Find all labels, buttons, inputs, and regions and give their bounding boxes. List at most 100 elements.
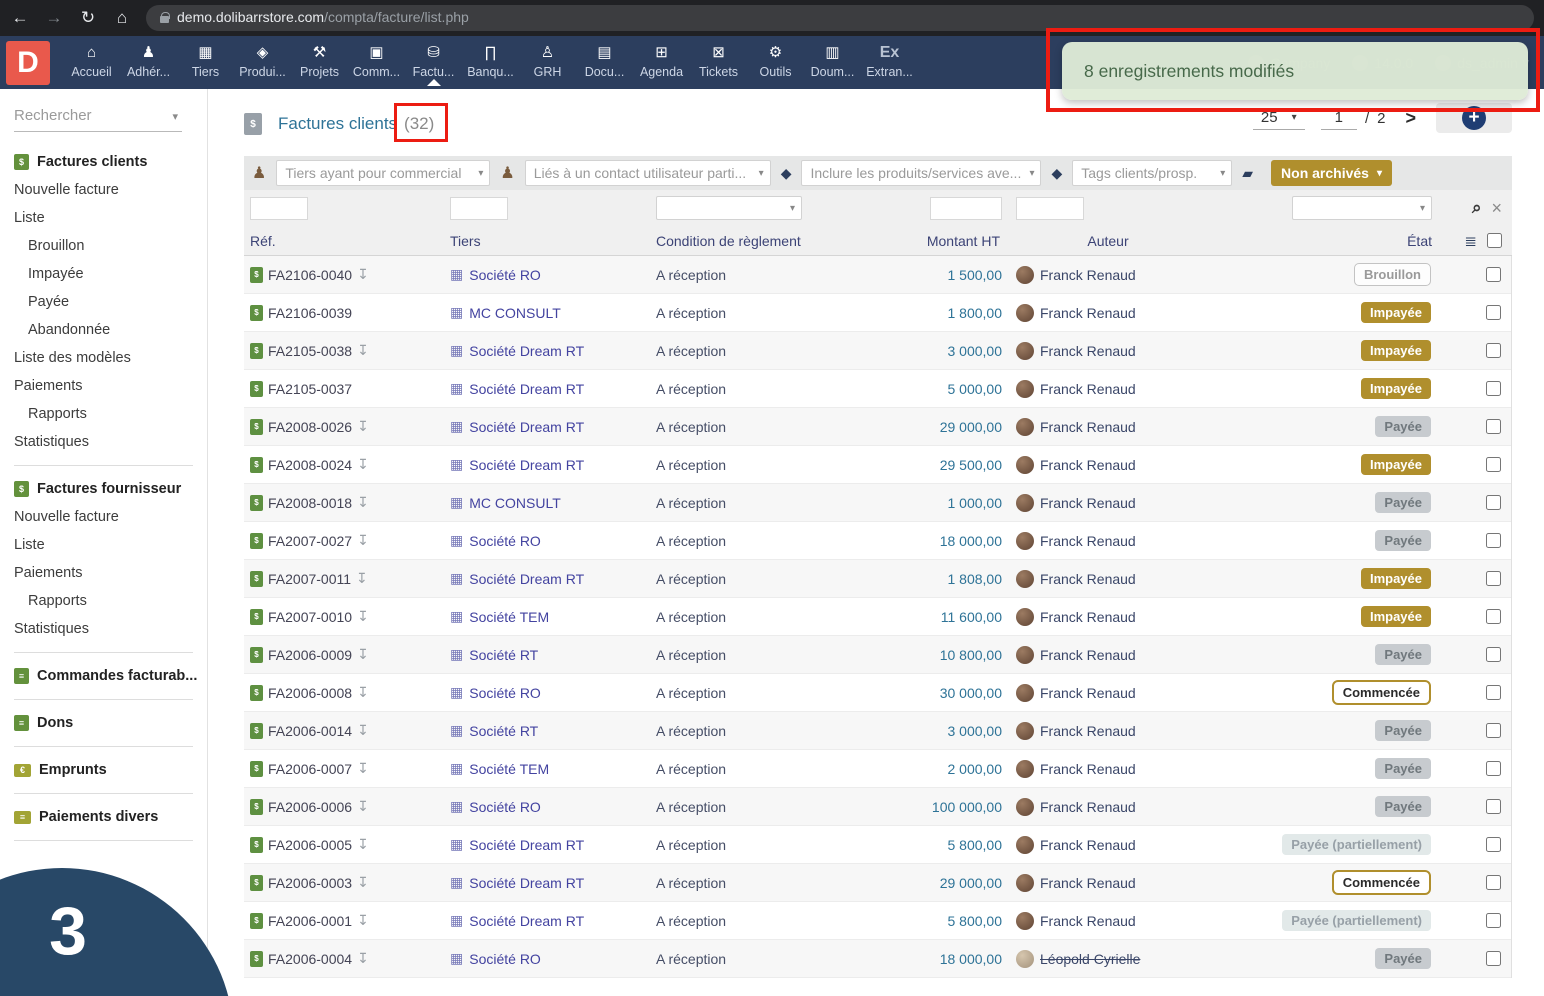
author-link[interactable]: Franck Renaud [1040, 609, 1136, 625]
author-link[interactable]: Franck Renaud [1040, 305, 1136, 321]
sidebar-section-emprunts[interactable]: € Emprunts [14, 756, 207, 784]
invoice-ref-link[interactable]: FA2006-0004 [268, 951, 352, 967]
column-selector-icon[interactable]: ≣ [1464, 232, 1477, 250]
download-icon[interactable]: ↧ [357, 494, 369, 511]
column-header-ref[interactable]: Réf. [250, 233, 450, 249]
amount-ht[interactable]: 1 000,00 [948, 495, 1003, 511]
nav-item-documents[interactable]: ▤ Docu... [577, 40, 632, 86]
thirdparty-link[interactable]: MC CONSULT [469, 305, 561, 321]
invoice-ref-link[interactable]: FA2006-0009 [268, 647, 352, 663]
row-checkbox[interactable] [1486, 799, 1501, 814]
author-link[interactable]: Franck Renaud [1040, 913, 1136, 929]
sidebar-item[interactable]: Nouvelle facture [14, 176, 207, 204]
page-title[interactable]: Factures clients [278, 114, 397, 134]
amount-ht[interactable]: 18 000,00 [940, 951, 1002, 967]
sidebar-item[interactable]: Abandonnée [14, 316, 207, 344]
products-filter[interactable]: Inclure les produits/services ave... [801, 160, 1042, 186]
thirdparty-link[interactable]: Société Dream RT [469, 343, 584, 359]
row-checkbox[interactable] [1486, 457, 1501, 472]
row-checkbox[interactable] [1486, 837, 1501, 852]
invoice-ref-link[interactable]: FA2008-0026 [268, 419, 352, 435]
sales-rep-filter[interactable]: Tiers ayant pour commercial [276, 160, 491, 186]
sidebar-section-factures-fournisseur[interactable]: $ Factures fournisseur [14, 475, 207, 503]
row-checkbox[interactable] [1486, 343, 1501, 358]
download-icon[interactable]: ↧ [357, 456, 369, 473]
nav-item-grh[interactable]: ♙ GRH [520, 40, 575, 86]
download-icon[interactable]: ↧ [357, 608, 369, 625]
row-checkbox[interactable] [1486, 533, 1501, 548]
tags-filter[interactable]: Tags clients/prosp. [1072, 160, 1233, 186]
author-link[interactable]: Franck Renaud [1040, 761, 1136, 777]
thirdparty-link[interactable]: Société RO [469, 533, 541, 549]
invoice-ref-link[interactable]: FA2105-0037 [268, 381, 352, 397]
contact-filter[interactable]: Liés à un contact utilisateur parti... [524, 160, 771, 186]
ref-search-input[interactable] [250, 196, 308, 220]
thirdparty-link[interactable]: Société Dream RT [469, 837, 584, 853]
download-icon[interactable]: ↧ [357, 722, 369, 739]
invoice-ref-link[interactable]: FA2006-0003 [268, 875, 352, 891]
amount-ht[interactable]: 11 600,00 [941, 609, 1002, 625]
sidebar-item[interactable]: Rapports [14, 400, 207, 428]
sidebar-item[interactable]: Liste des modèles [14, 344, 207, 372]
nav-item-produits[interactable]: ◈ Produi... [235, 40, 290, 86]
download-icon[interactable]: ↧ [357, 684, 369, 701]
amount-ht[interactable]: 100 000,00 [932, 799, 1002, 815]
sidebar-item[interactable]: Rapports [14, 587, 207, 615]
author-link[interactable]: Franck Renaud [1040, 647, 1136, 663]
nav-item-commerce[interactable]: ▣ Comm... [349, 40, 404, 86]
invoice-ref-link[interactable]: FA2006-0005 [268, 837, 352, 853]
thirdparty-link[interactable]: Société RT [469, 723, 538, 739]
author-link[interactable]: Franck Renaud [1040, 685, 1136, 701]
author-link[interactable]: Franck Renaud [1040, 457, 1136, 473]
thirdparty-link[interactable]: Société RO [469, 267, 541, 283]
amount-ht[interactable]: 29 500,00 [940, 457, 1002, 473]
amount-ht[interactable]: 3 000,00 [948, 723, 1003, 739]
author-link[interactable]: Franck Renaud [1040, 267, 1136, 283]
sidebar-section-dons[interactable]: ≡ Dons [14, 709, 207, 737]
sidebar-item[interactable]: Liste [14, 204, 207, 232]
row-checkbox[interactable] [1486, 495, 1501, 510]
thirdparty-link[interactable]: Société Dream RT [469, 457, 584, 473]
author-link[interactable]: Franck Renaud [1040, 837, 1136, 853]
download-icon[interactable]: ↧ [357, 912, 369, 929]
author-search-input[interactable] [1016, 196, 1084, 220]
download-icon[interactable]: ↧ [357, 874, 369, 891]
payment-condition-select[interactable] [656, 196, 802, 220]
nav-item-extranet[interactable]: Ex Extran... [862, 40, 917, 86]
nav-item-doum[interactable]: ▥ Doum... [805, 40, 860, 86]
browser-home-icon[interactable]: ⌂ [112, 8, 132, 28]
row-checkbox[interactable] [1486, 685, 1501, 700]
dolibarr-logo[interactable]: D [6, 40, 50, 85]
address-bar[interactable]: demo.dolibarrstore.com/compta/facture/li… [146, 5, 1534, 31]
download-icon[interactable]: ↧ [357, 418, 369, 435]
author-link[interactable]: Franck Renaud [1040, 875, 1136, 891]
amount-ht[interactable]: 29 000,00 [940, 419, 1002, 435]
amount-ht[interactable]: 30 000,00 [940, 685, 1002, 701]
sidebar-item[interactable] [14, 746, 193, 747]
chevron-down-icon[interactable]: ▾ [172, 110, 178, 123]
invoice-ref-link[interactable]: FA2006-0008 [268, 685, 352, 701]
thirdparty-search-input[interactable] [450, 196, 508, 220]
download-icon[interactable]: ↧ [356, 570, 368, 587]
amount-ht[interactable]: 10 800,00 [940, 647, 1002, 663]
thirdparty-link[interactable]: Société RT [469, 647, 538, 663]
author-link[interactable]: Franck Renaud [1040, 799, 1136, 815]
amount-ht[interactable]: 3 000,00 [948, 343, 1003, 359]
page-size-select[interactable]: 25 ▾ [1252, 106, 1305, 130]
search-icon[interactable]: ⌕ [1472, 198, 1482, 218]
thirdparty-link[interactable]: MC CONSULT [469, 495, 561, 511]
forward-icon[interactable]: → [44, 8, 64, 28]
invoice-ref-link[interactable]: FA2007-0027 [268, 533, 352, 549]
amount-ht[interactable]: 1 500,00 [948, 267, 1003, 283]
nav-item-tickets[interactable]: ⊠ Tickets [691, 40, 746, 86]
row-checkbox[interactable] [1486, 571, 1501, 586]
amount-ht[interactable]: 2 000,00 [948, 761, 1003, 777]
invoice-ref-link[interactable]: FA2106-0040 [268, 267, 352, 283]
nav-item-adherents[interactable]: ♟ Adhér... [121, 40, 176, 86]
download-icon[interactable]: ↧ [357, 950, 369, 967]
row-checkbox[interactable] [1486, 723, 1501, 738]
author-link[interactable]: Franck Renaud [1040, 381, 1136, 397]
column-header-author[interactable]: Auteur [1002, 233, 1214, 249]
thirdparty-link[interactable]: Société RO [469, 951, 541, 967]
row-checkbox[interactable] [1486, 609, 1501, 624]
